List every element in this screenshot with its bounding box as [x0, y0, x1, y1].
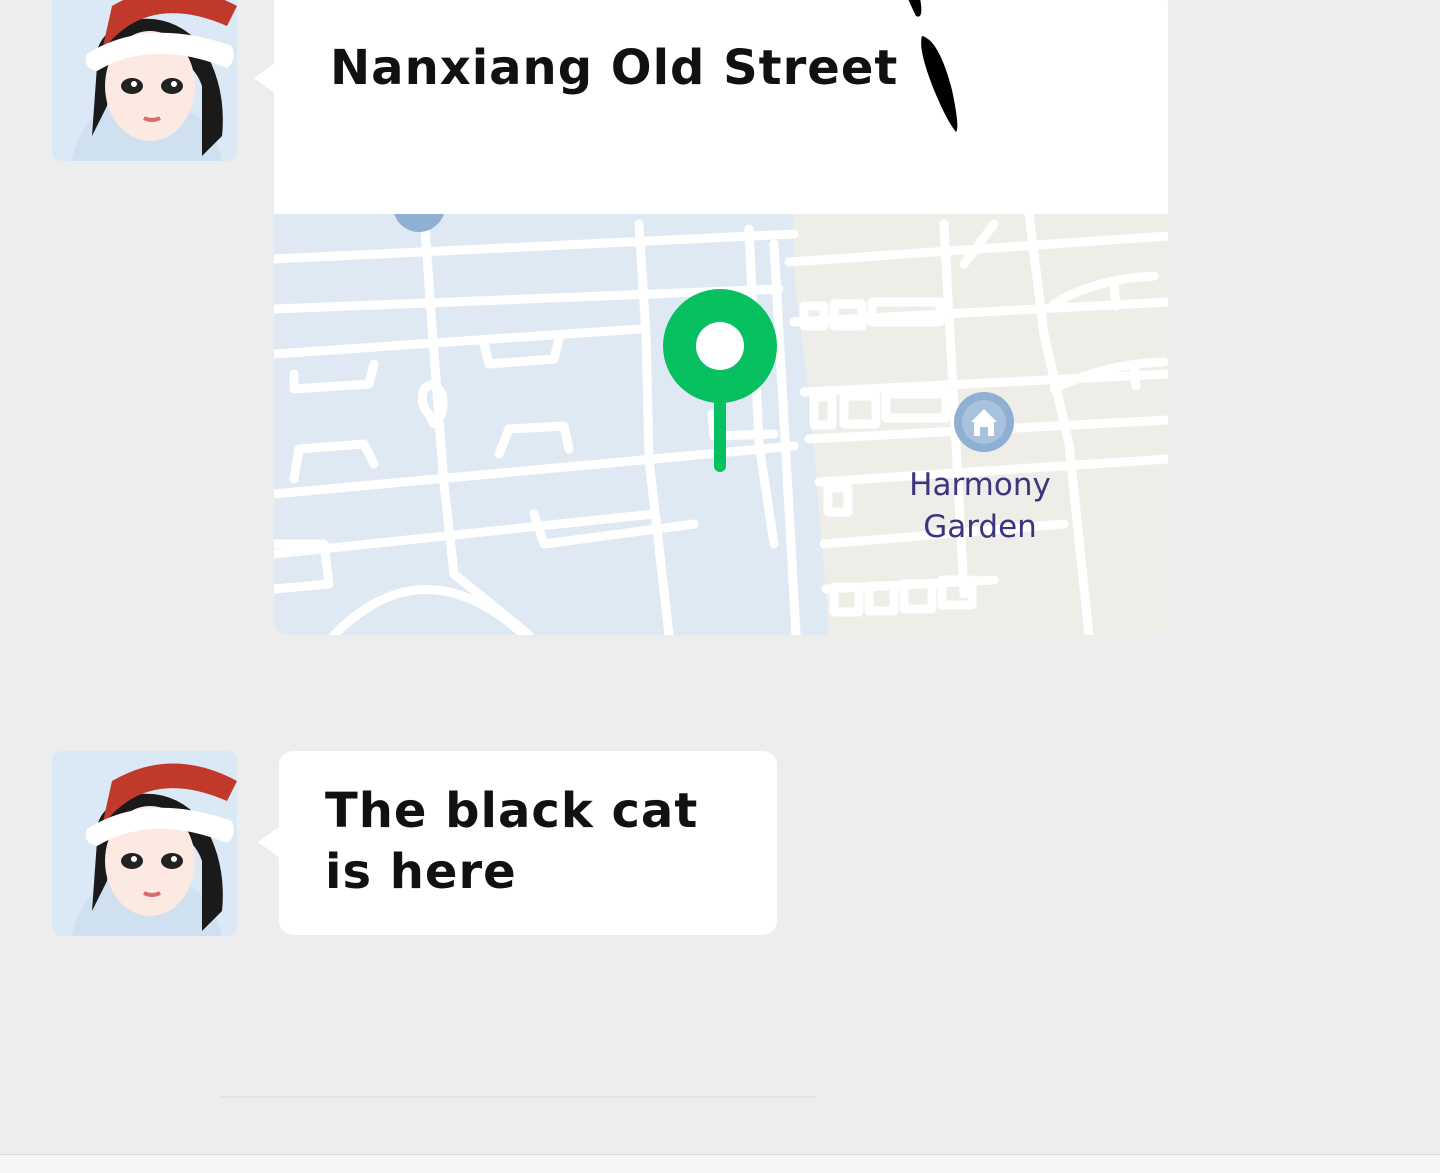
house-icon — [954, 392, 1014, 452]
location-message-card[interactable]: Nanxiang Old Street Harmony Garden — [274, 0, 1168, 635]
avatar-image — [52, 0, 237, 161]
location-title: Nanxiang Old Street — [330, 40, 899, 96]
map-canvas — [274, 214, 1168, 635]
map-preview[interactable] — [274, 214, 1168, 635]
avatar[interactable] — [52, 0, 237, 161]
poi-label: Harmony Garden — [909, 467, 1051, 545]
message-text: The black cat is here — [325, 783, 699, 900]
avatar-image — [52, 751, 237, 936]
ink-brush-stroke — [908, 0, 958, 132]
avatar[interactable] — [52, 751, 237, 936]
bubble-tail — [258, 826, 280, 858]
bubble-tail — [254, 62, 276, 94]
divider — [220, 1096, 815, 1098]
text-message-bubble[interactable]: The black cat is here — [279, 751, 777, 935]
input-bar[interactable] — [0, 1154, 1440, 1173]
